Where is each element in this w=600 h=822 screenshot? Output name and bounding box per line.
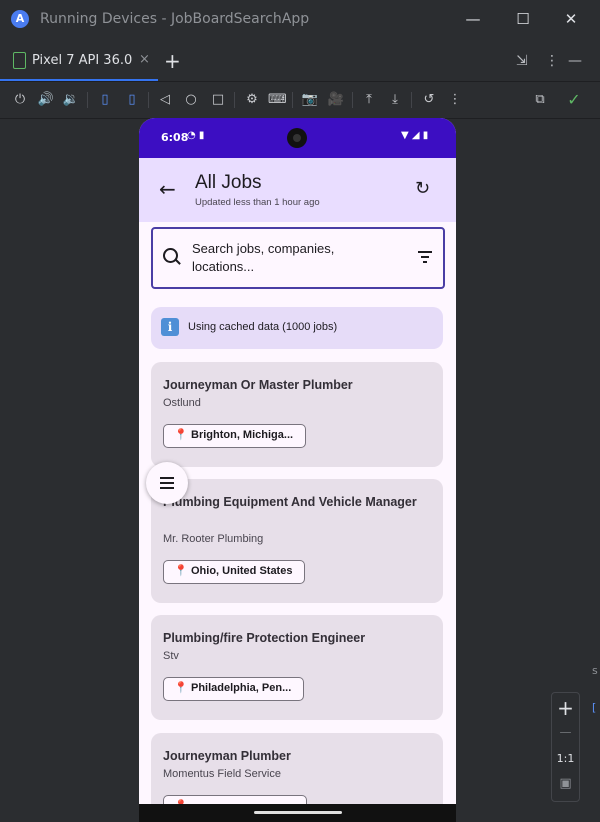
back-arrow-icon[interactable]: ←: [159, 177, 176, 201]
toolbar-separator: [352, 92, 353, 108]
location-pin-icon: 📍: [174, 681, 188, 694]
back-icon[interactable]: ◁: [156, 91, 174, 109]
toolbar-separator: [292, 92, 293, 108]
more-options-icon[interactable]: ⋮: [545, 53, 559, 69]
filter-icon[interactable]: [418, 251, 432, 263]
screenshot-icon[interactable]: 📷: [301, 91, 319, 109]
add-device-button[interactable]: +: [164, 49, 181, 73]
zoom-in-button[interactable]: +: [552, 696, 579, 720]
location-pin-icon: 📍: [174, 428, 188, 441]
window-title: Running Devices - JobBoardSearchApp: [40, 11, 310, 27]
volume-down-icon[interactable]: 🔉: [62, 91, 80, 109]
cache-info-banner: i Using cached data (1000 jobs): [151, 307, 443, 349]
device-screen[interactable]: 6:08 ◔ ▮ ▼ ◢ ▮ ← All Jobs Updated less t…: [139, 118, 456, 822]
page-subtitle: Updated less than 1 hour ago: [195, 197, 320, 208]
volume-up-icon[interactable]: 🔊: [37, 91, 55, 109]
device-settings-icon[interactable]: ⚙: [243, 91, 261, 109]
device-icon: [13, 52, 26, 69]
device-tabs-bar: Pixel 7 API 36.0 × + ⇲ ⋮ —: [0, 40, 600, 82]
job-company: Momentus Field Service: [163, 768, 281, 780]
job-company: Mr. Rooter Plumbing: [163, 533, 264, 545]
gesture-nav-bar: [139, 804, 456, 822]
job-title: Plumbing/fire Protection Engineer: [163, 631, 366, 645]
location-text: Ohio, United States: [191, 565, 293, 577]
toolbar-separator: [411, 92, 412, 108]
title-bar: A Running Devices - JobBoardSearchApp — …: [0, 0, 600, 40]
clipped-text-fragment: s: [592, 664, 598, 677]
app-bar: ← All Jobs Updated less than 1 hour ago …: [139, 158, 456, 222]
device-tab-label: Pixel 7 API 36.0: [32, 53, 133, 68]
job-card[interactable]: Plumbing Equipment And Vehicle Manager M…: [151, 479, 443, 603]
menu-fab-button[interactable]: [146, 462, 188, 504]
minimize-button[interactable]: —: [463, 9, 483, 29]
hide-panel-icon[interactable]: —: [568, 53, 582, 69]
toolbar-separator: [87, 92, 88, 108]
location-chip[interactable]: 📍 Brighton, Michiga...: [163, 424, 306, 448]
menu-icon: [160, 477, 174, 479]
location-text: Brighton, Michiga...: [191, 429, 294, 441]
status-left-icons: ◔ ▮: [187, 130, 205, 141]
check-icon[interactable]: ✓: [565, 91, 583, 109]
tab-pixel-7[interactable]: Pixel 7 API 36.0 ×: [0, 40, 158, 81]
job-company: Ostlund: [163, 397, 201, 409]
clipped-link-fragment: [: [592, 701, 597, 714]
status-bar: 6:08 ◔ ▮ ▼ ◢ ▮: [139, 118, 456, 158]
upload-icon[interactable]: ⤒: [360, 91, 378, 109]
job-company: Stv: [163, 650, 179, 662]
android-studio-logo-icon: A: [11, 10, 29, 28]
location-chip[interactable]: 📍 Philadelphia, Pen...: [163, 677, 304, 701]
close-window-button[interactable]: ✕: [561, 9, 581, 29]
toolbar-separator: [148, 92, 149, 108]
cache-info-text: Using cached data (1000 jobs): [188, 321, 338, 333]
job-title: Journeyman Or Master Plumber: [163, 378, 353, 392]
reset-icon[interactable]: ↺: [420, 91, 438, 109]
job-card[interactable]: Journeyman Or Master Plumber Ostlund 📍 B…: [151, 362, 443, 467]
status-right-icons: ▼ ◢ ▮: [401, 130, 429, 141]
location-pin-icon: 📍: [174, 564, 188, 577]
zoom-out-button[interactable]: —: [552, 725, 579, 739]
screen-record-icon[interactable]: 🎥: [327, 91, 345, 109]
menu-icon-line: [160, 487, 174, 489]
overview-icon[interactable]: □: [209, 91, 227, 109]
location-text: Philadelphia, Pen...: [191, 682, 292, 694]
emulator-toolbar: ⏻ 🔊 🔉 ▯ ▯ ◁ ○ □ ⚙ ⌨ 📷 🎥 ⤒ ⤓ ↺ ⋮ ⧉ ✓: [0, 82, 600, 119]
home-icon[interactable]: ○: [182, 91, 200, 109]
more-icon[interactable]: ⋮: [446, 91, 464, 109]
search-icon: [163, 248, 178, 263]
home-gesture-pill[interactable]: [254, 811, 342, 814]
search-placeholder: Search jobs, companies, locations...: [192, 241, 335, 274]
page-title: All Jobs: [195, 172, 262, 193]
rotate-right-icon[interactable]: ▯: [123, 91, 141, 109]
zoom-panel: + — 1:1 ▣: [551, 692, 580, 802]
job-title: Journeyman Plumber: [163, 749, 291, 763]
power-icon[interactable]: ⏻: [11, 91, 29, 109]
menu-icon-line: [160, 482, 174, 484]
location-chip[interactable]: 📍 Ohio, United States: [163, 560, 305, 584]
detach-icon[interactable]: ⇲: [516, 53, 528, 69]
zoom-one-to-one-button[interactable]: 1:1: [552, 752, 579, 765]
maximize-button[interactable]: ☐: [513, 9, 533, 29]
active-tab-indicator: [0, 79, 158, 81]
tab-close-icon[interactable]: ×: [139, 52, 150, 67]
search-input[interactable]: Search jobs, companies, locations...: [151, 227, 445, 289]
refresh-icon[interactable]: ↻: [415, 178, 430, 199]
status-time: 6:08: [161, 131, 189, 144]
job-title: Plumbing Equipment And Vehicle Manager: [163, 495, 417, 509]
download-icon[interactable]: ⤓: [386, 91, 404, 109]
camera-cutout: [287, 128, 307, 148]
info-icon: i: [161, 318, 179, 336]
rotate-left-icon[interactable]: ▯: [96, 91, 114, 109]
zoom-fit-icon[interactable]: ▣: [552, 776, 579, 791]
keyboard-icon[interactable]: ⌨: [268, 91, 287, 109]
job-card[interactable]: Plumbing/fire Protection Engineer Stv 📍 …: [151, 615, 443, 720]
toolbar-separator: [234, 92, 235, 108]
inspect-icon[interactable]: ⧉: [531, 91, 549, 109]
